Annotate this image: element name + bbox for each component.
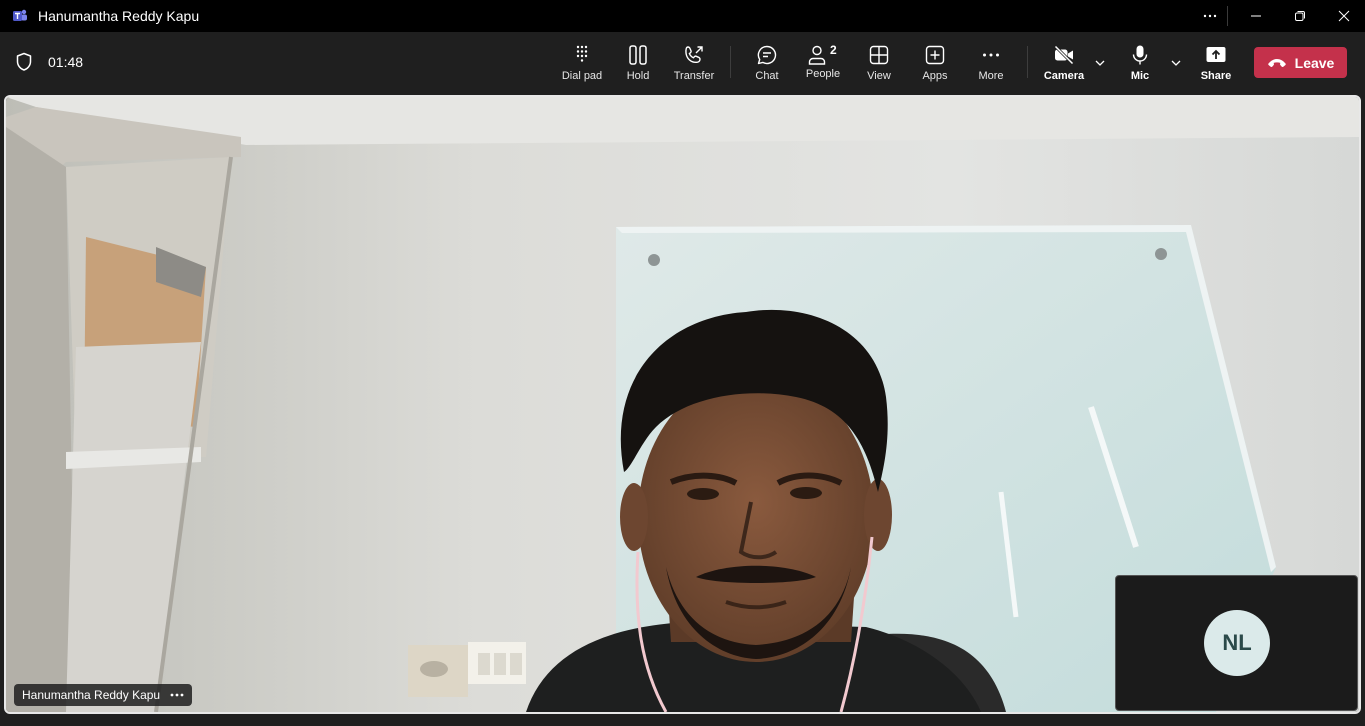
toolbar-separator	[1027, 46, 1028, 78]
ellipsis-icon	[983, 53, 999, 57]
restore-icon	[1295, 11, 1305, 21]
minimize-button[interactable]	[1233, 0, 1279, 32]
share-screen-icon	[1206, 47, 1226, 62]
more-label: More	[978, 70, 1004, 82]
ellipsis-icon	[1203, 14, 1217, 18]
camera-options-chevron-icon[interactable]	[1093, 56, 1107, 70]
call-toolbar: 01:48 Dial pad Hold Transfer Chat 2 Peop…	[0, 32, 1365, 94]
dial-pad-button[interactable]: Dial pad	[556, 42, 608, 86]
call-duration: 01:48	[48, 54, 84, 70]
teams-logo-icon	[13, 9, 27, 21]
title-bar: Hanumantha Reddy Kapu	[0, 0, 1365, 32]
hang-up-icon	[1267, 58, 1286, 67]
chat-label: Chat	[755, 70, 779, 82]
avatar: NL	[1204, 610, 1270, 676]
mic-label: Mic	[1130, 70, 1150, 82]
participant-name-tag[interactable]: Hanumantha Reddy Kapu	[14, 684, 193, 706]
participant-name: Hanumantha Reddy Kapu	[22, 688, 161, 702]
transfer-button[interactable]: Transfer	[670, 42, 718, 86]
mic-button[interactable]: Mic	[1120, 42, 1160, 86]
people-count: 2	[830, 43, 837, 57]
people-button[interactable]: 2 People	[800, 42, 846, 86]
microphone-icon	[1132, 45, 1148, 65]
mic-options-chevron-icon[interactable]	[1169, 56, 1183, 70]
pause-icon	[629, 45, 647, 65]
people-icon	[808, 45, 826, 65]
camera-label: Camera	[1043, 70, 1085, 82]
camera-off-icon	[1053, 44, 1075, 66]
self-view-tile[interactable]: NL	[1115, 575, 1358, 711]
avatar-initials: NL	[1222, 630, 1252, 655]
hold-button[interactable]: Hold	[616, 42, 660, 86]
more-button[interactable]: More	[970, 42, 1012, 86]
close-icon	[1338, 10, 1350, 22]
chat-button[interactable]: Chat	[746, 42, 788, 86]
close-window-button[interactable]	[1321, 0, 1365, 32]
share-button[interactable]: Share	[1196, 42, 1236, 86]
leave-label: Leave	[1294, 54, 1335, 71]
restore-button[interactable]	[1277, 0, 1323, 32]
minimize-icon	[1251, 15, 1261, 17]
window-title: Hanumantha Reddy Kapu	[38, 8, 200, 24]
chat-icon	[757, 45, 777, 65]
title-separator	[1227, 6, 1228, 26]
camera-button[interactable]: Camera	[1040, 42, 1088, 86]
add-app-icon	[925, 45, 945, 65]
grid-view-icon	[869, 45, 889, 65]
apps-label: Apps	[922, 70, 948, 82]
phone-transfer-icon	[685, 46, 703, 64]
video-stage: Hanumantha Reddy Kapu NL	[4, 95, 1361, 714]
transfer-label: Transfer	[673, 70, 715, 82]
apps-button[interactable]: Apps	[914, 42, 956, 86]
people-label: People	[805, 68, 841, 80]
hold-label: Hold	[626, 70, 650, 82]
ellipsis-icon[interactable]	[170, 693, 184, 697]
view-button[interactable]: View	[858, 42, 900, 86]
dial-pad-icon	[576, 45, 588, 62]
view-label: View	[867, 70, 891, 82]
leave-button[interactable]: Leave	[1254, 47, 1347, 78]
shield-icon[interactable]	[15, 52, 33, 72]
toolbar-separator	[730, 46, 731, 78]
share-label: Share	[1200, 70, 1232, 82]
dial-pad-label: Dial pad	[561, 70, 603, 82]
